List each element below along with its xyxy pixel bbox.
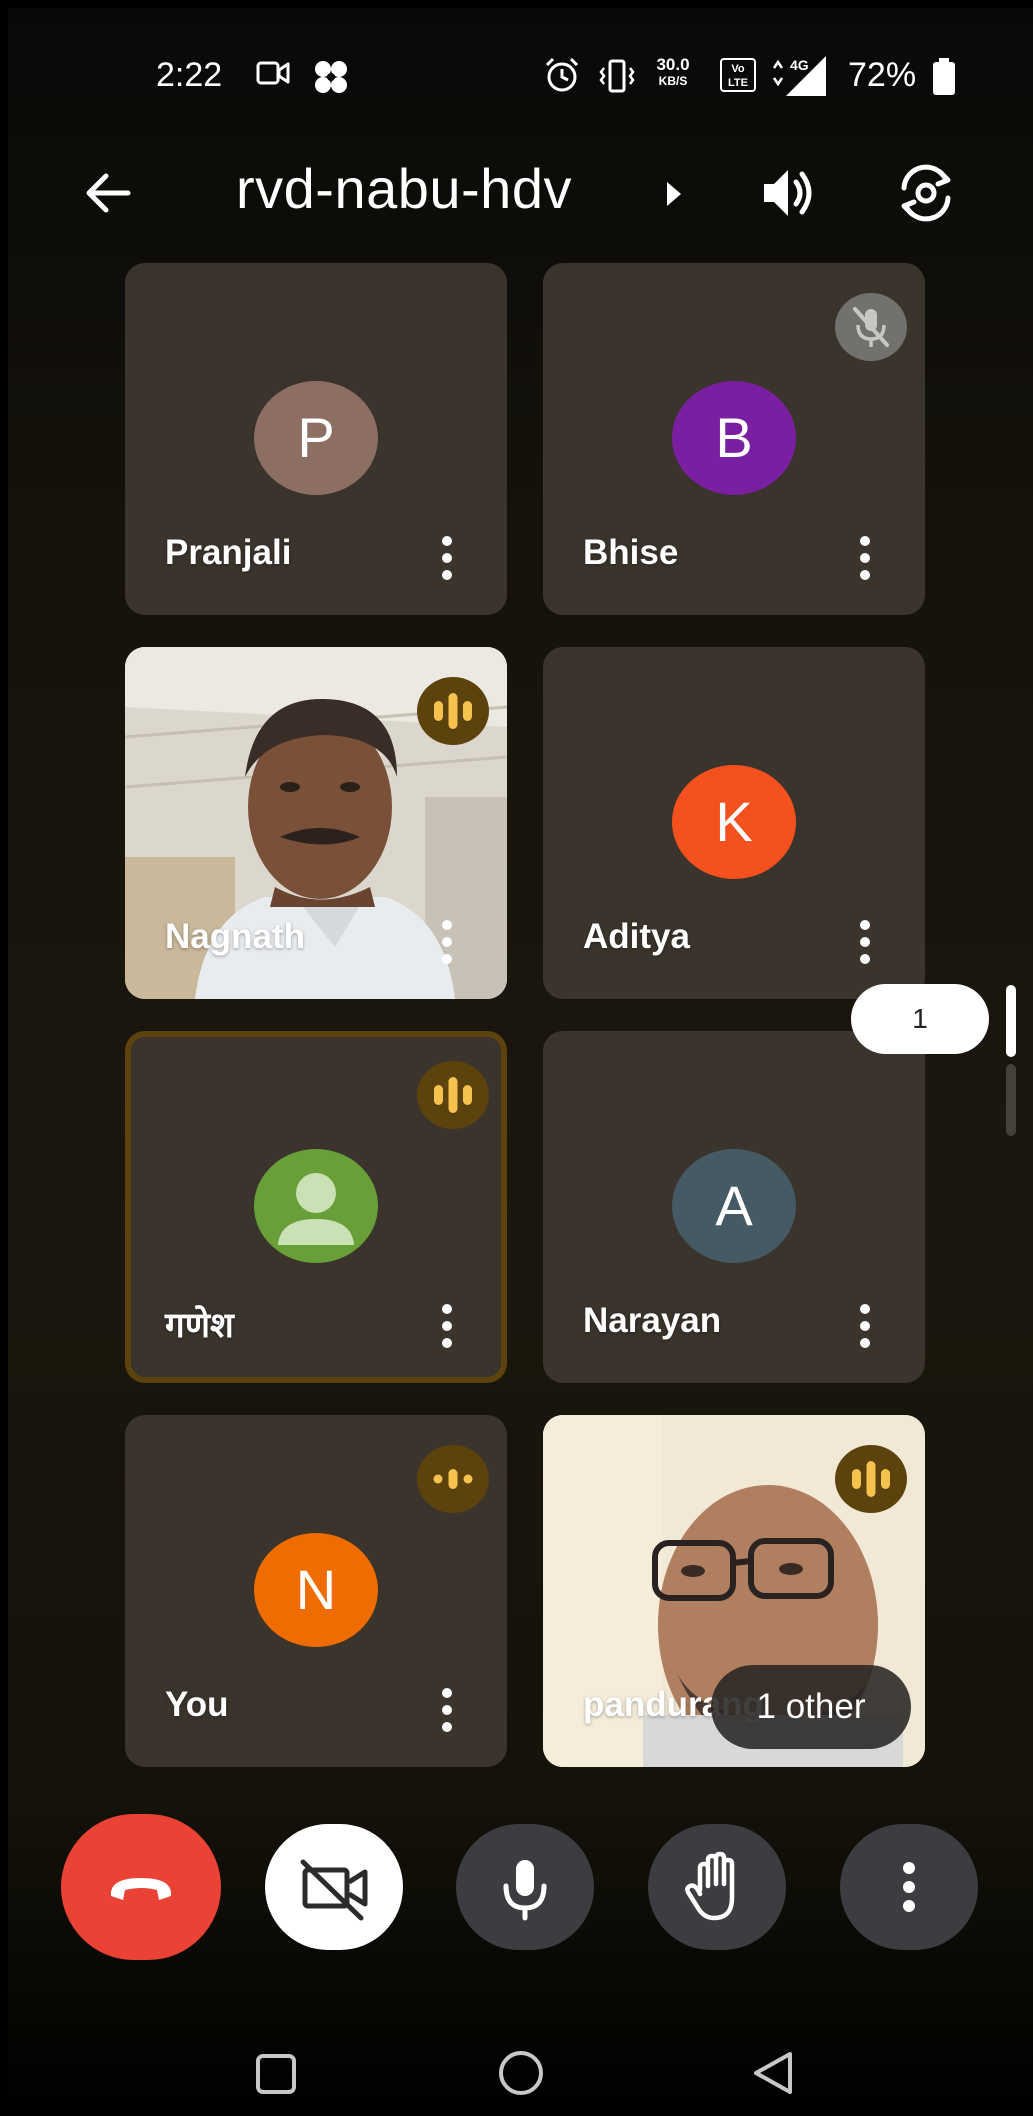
meet-call-screen: 2:22 30.0 KB/S Vo LTE 4G 72% rvd-nabu-hd…	[8, 8, 1033, 2116]
more-options-icon	[903, 1862, 915, 1912]
fan-status-icon	[315, 61, 347, 93]
avatar: N	[254, 1533, 378, 1647]
end-call-icon	[111, 1878, 171, 1900]
participant-tile[interactable]: A Narayan	[543, 1031, 925, 1383]
speaking-indicator	[417, 1061, 489, 1129]
participant-tile[interactable]: B Bhise	[543, 263, 925, 615]
scrollbar-thumb[interactable]	[1006, 985, 1016, 1057]
network-speed-value: 30.0	[656, 55, 690, 74]
participant-tile-active[interactable]: गणेश	[125, 1031, 507, 1383]
more-options-button[interactable]	[840, 1824, 978, 1950]
participant-name: Pranjali	[165, 533, 292, 572]
self-tile[interactable]: N You	[125, 1415, 507, 1767]
participant-name: गणेश	[165, 1306, 234, 1345]
microphone-button[interactable]	[456, 1824, 594, 1950]
participant-name: Nagnath	[165, 917, 305, 956]
audio-bars-icon	[434, 1077, 472, 1113]
participant-tile[interactable]: P Pranjali	[125, 263, 507, 615]
video-camera-status-icon	[256, 61, 290, 85]
caret-right-icon[interactable]	[664, 180, 684, 208]
speaker-icon[interactable]	[758, 162, 820, 224]
volte-badge: Vo LTE	[720, 58, 756, 92]
back-arrow-icon[interactable]	[80, 165, 136, 221]
battery-percent: 72%	[848, 56, 917, 94]
participant-name: Aditya	[583, 917, 690, 956]
avatar: B	[672, 381, 796, 495]
more-options-icon[interactable]	[437, 533, 457, 583]
raise-hand-icon	[685, 1851, 735, 1921]
camera-toggle-button[interactable]	[265, 1824, 403, 1950]
recents-nav-icon[interactable]	[254, 2052, 298, 2096]
participant-tile[interactable]: Nagnath	[125, 647, 507, 999]
mic-muted-indicator	[835, 293, 907, 361]
participant-tile[interactable]: K Aditya	[543, 647, 925, 999]
network-speed-unit: KB/S	[658, 74, 688, 88]
back-nav-icon[interactable]	[748, 2048, 798, 2098]
more-options-icon[interactable]	[437, 1301, 457, 1351]
more-options-icon[interactable]	[855, 917, 875, 967]
more-options-icon[interactable]	[855, 1301, 875, 1351]
avatar	[254, 1149, 378, 1263]
alarm-status-icon	[545, 57, 579, 92]
more-options-icon[interactable]	[437, 917, 457, 967]
audio-bars-icon	[852, 1461, 890, 1497]
speaking-indicator	[417, 1445, 489, 1513]
microphone-icon	[503, 1860, 547, 1921]
call-header: rvd-nabu-hdv	[8, 138, 1033, 248]
scrollbar-track[interactable]	[1006, 1064, 1016, 1136]
battery-icon	[933, 58, 955, 95]
person-placeholder-icon	[278, 1173, 354, 1245]
speaking-indicator	[417, 677, 489, 745]
page-indicator: 1	[851, 984, 989, 1054]
vibrate-status-icon	[599, 59, 635, 93]
avatar: P	[254, 381, 378, 495]
more-options-icon[interactable]	[855, 533, 875, 583]
audio-dots-icon	[433, 1469, 473, 1489]
participant-name: Narayan	[583, 1301, 722, 1340]
status-time: 2:22	[156, 56, 223, 94]
home-nav-icon[interactable]	[496, 2048, 546, 2098]
svg-text:4G: 4G	[790, 57, 809, 73]
mic-off-icon	[853, 307, 889, 347]
network-speed: 30.0 KB/S	[650, 56, 696, 90]
meeting-code-title[interactable]: rvd-nabu-hdv	[236, 156, 572, 221]
participant-tile[interactable]: pandurang 1 other	[543, 1415, 925, 1767]
others-count-pill[interactable]: 1 other	[711, 1665, 911, 1749]
raise-hand-button[interactable]	[648, 1824, 786, 1950]
camera-off-icon	[300, 1859, 368, 1921]
participant-name: Bhise	[583, 533, 679, 572]
cell-signal-icon: 4G	[772, 56, 826, 96]
participant-name: You	[165, 1685, 229, 1724]
avatar: A	[672, 1149, 796, 1263]
status-bar: 2:22 30.0 KB/S Vo LTE 4G 72%	[8, 8, 1033, 138]
avatar: K	[672, 765, 796, 879]
camera-flip-icon[interactable]	[894, 162, 958, 224]
more-options-icon[interactable]	[437, 1685, 457, 1735]
end-call-button[interactable]	[61, 1814, 221, 1960]
audio-bars-icon	[434, 693, 472, 729]
speaking-indicator	[835, 1445, 907, 1513]
